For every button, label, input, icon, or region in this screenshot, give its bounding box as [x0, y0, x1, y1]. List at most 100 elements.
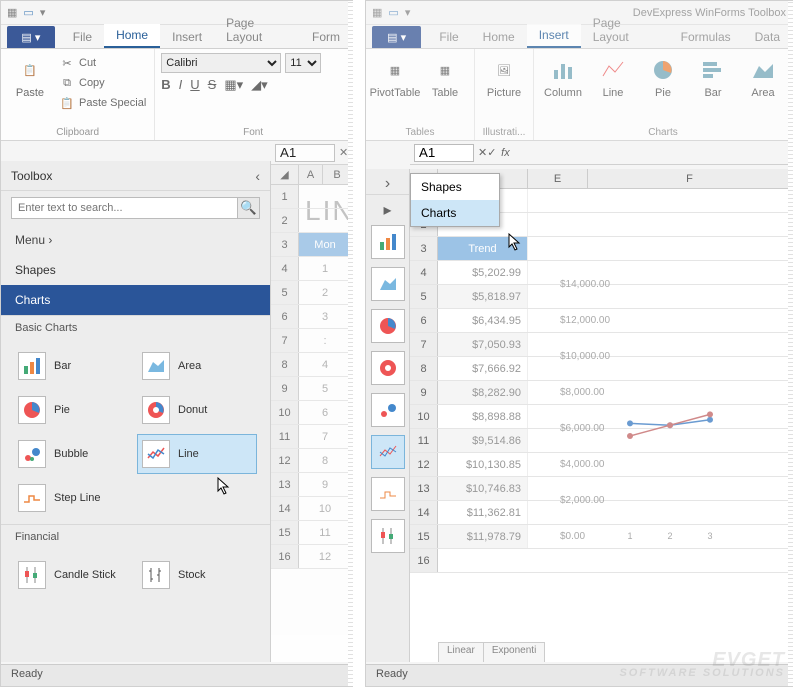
cut-button[interactable]: ✂Cut — [57, 53, 148, 73]
fx-icon[interactable]: fx — [496, 147, 514, 159]
mini-candle[interactable] — [371, 519, 405, 553]
pivot-icon: ▦ — [380, 55, 410, 85]
line-button[interactable]: Line — [590, 53, 636, 101]
category-charts[interactable]: Charts — [1, 285, 270, 315]
tab-insert[interactable]: Insert — [527, 24, 581, 48]
item-candle[interactable]: Candle Stick — [13, 555, 133, 595]
col-e[interactable]: E — [528, 169, 588, 188]
app-menu-button[interactable]: ▤ ▾ — [372, 26, 421, 48]
item-pie[interactable]: Pie — [13, 390, 133, 430]
fill-button[interactable]: ◢▾ — [251, 77, 268, 93]
cell-ref-right[interactable] — [414, 144, 474, 162]
category-shapes[interactable]: Shapes — [1, 255, 270, 285]
bubble-chart-icon — [18, 440, 46, 468]
svg-text:1: 1 — [627, 531, 632, 539]
pie-button[interactable]: Pie — [640, 53, 686, 101]
copy-button[interactable]: ⧉Copy — [57, 73, 148, 93]
popup-charts[interactable]: Charts — [411, 200, 499, 226]
item-area[interactable]: Area — [137, 346, 257, 386]
svg-text:2: 2 — [667, 531, 672, 539]
tab-exp[interactable]: Exponenti — [483, 642, 545, 662]
ribbon-tabs-left: ▤ ▾ File Home Insert Page Layout Form — [1, 25, 352, 49]
mini-donut[interactable] — [371, 351, 405, 385]
tab-pagelayout[interactable]: Page Layout — [581, 12, 669, 48]
font-name-select[interactable]: Calibri — [161, 53, 281, 73]
mini-bar[interactable] — [371, 225, 405, 259]
col-a[interactable]: A — [299, 165, 323, 184]
tab-data[interactable]: Data — [743, 26, 792, 48]
item-bar[interactable]: Bar — [13, 346, 133, 386]
pivot-button[interactable]: ▦PivotTable — [372, 53, 418, 101]
strike-button[interactable]: S — [208, 77, 217, 93]
tab-insert[interactable]: Insert — [160, 26, 214, 48]
col-f[interactable]: F — [588, 169, 792, 188]
formula-bar-left: ✕ ✓ fx — [271, 141, 352, 165]
mini-bubble[interactable] — [371, 393, 405, 427]
tab-pagelayout[interactable]: Page Layout — [214, 12, 300, 48]
mini-area[interactable] — [371, 267, 405, 301]
popup-shapes[interactable]: Shapes — [411, 174, 499, 200]
item-stepline[interactable]: Step Line — [13, 478, 133, 518]
collapse-icon[interactable]: ‹ — [255, 168, 260, 184]
area-button[interactable]: Area — [740, 53, 786, 101]
italic-button[interactable]: I — [179, 77, 183, 93]
ribbon-body-right: ▦PivotTable ▦Table Tables 🖼Picture Illus… — [366, 49, 792, 141]
search-icon: 🔍 — [240, 200, 257, 215]
table-button[interactable]: ▦Table — [422, 53, 468, 101]
accept-icon[interactable]: ✓ — [487, 146, 496, 159]
charts-label: Charts — [540, 125, 786, 138]
corner-cell[interactable]: ◢ — [271, 165, 299, 184]
new-icon[interactable]: ▭ — [23, 6, 33, 19]
dropdown-icon[interactable]: ▾ — [40, 6, 46, 19]
illu-label: Illustrati... — [481, 125, 527, 138]
dropdown-icon[interactable]: ▾ — [405, 6, 411, 19]
paste-button[interactable]: 📋 Paste — [7, 53, 53, 101]
stock-chart-icon — [142, 561, 170, 589]
picture-button[interactable]: 🖼Picture — [481, 53, 527, 101]
item-line[interactable]: Line — [137, 434, 257, 474]
item-stock[interactable]: Stock — [137, 555, 257, 595]
stepline-chart-icon — [18, 484, 46, 512]
app-menu-button[interactable]: ▤ ▾ — [7, 26, 55, 48]
new-icon[interactable]: ▭ — [388, 6, 398, 19]
cell-ref-left[interactable] — [275, 144, 335, 162]
bar-button[interactable]: Bar — [690, 53, 736, 101]
embedded-chart[interactable]: $14,000.00$12,000.00$10,000.00$8,000.00$… — [560, 269, 730, 549]
menu-arrow-icon[interactable]: ▸ — [383, 199, 391, 221]
mini-line[interactable] — [371, 435, 405, 469]
tab-formulas[interactable]: Formulas — [669, 26, 743, 48]
item-donut[interactable]: Donut — [137, 390, 257, 430]
tab-file[interactable]: File — [427, 26, 470, 48]
tables-label: Tables — [372, 125, 468, 138]
column-icon — [548, 55, 578, 85]
border-button[interactable]: ▦▾ — [224, 77, 243, 93]
expand-icon[interactable]: › — [366, 173, 409, 195]
line-icon — [598, 55, 628, 85]
mini-toolbox: › ▸ — [366, 169, 410, 662]
font-size-select[interactable]: 11 — [285, 53, 321, 73]
search-input[interactable] — [11, 197, 238, 219]
underline-button[interactable]: U — [190, 77, 199, 93]
sheet-tabs: Linear Exponenti — [438, 642, 544, 662]
subhead-fin: Financial — [1, 524, 270, 549]
tab-home[interactable]: Home — [104, 24, 160, 48]
mini-stepline[interactable] — [371, 477, 405, 511]
cancel-icon[interactable]: ✕ — [478, 146, 487, 159]
toolbox-menu[interactable]: Menu › — [1, 225, 270, 255]
item-bubble[interactable]: Bubble — [13, 434, 133, 474]
tab-form[interactable]: Form — [300, 26, 352, 48]
header-month[interactable]: Mon — [299, 233, 352, 256]
paste-special-button[interactable]: 📋Paste Special — [57, 93, 148, 113]
paste-special-icon: 📋 — [59, 95, 75, 111]
column-button[interactable]: Column — [540, 53, 586, 101]
tab-linear[interactable]: Linear — [438, 642, 484, 662]
search-button[interactable]: 🔍 — [238, 197, 260, 219]
mini-pie[interactable] — [371, 309, 405, 343]
tab-file[interactable]: File — [61, 26, 104, 48]
tab-home[interactable]: Home — [471, 26, 527, 48]
cancel-icon[interactable]: ✕ — [339, 146, 348, 159]
pie-icon — [648, 55, 678, 85]
bold-button[interactable]: B — [161, 77, 170, 93]
table-icon: ▦ — [430, 55, 460, 85]
ribbon-tabs-right: ▤ ▾ File Home Insert Page Layout Formula… — [366, 25, 792, 49]
